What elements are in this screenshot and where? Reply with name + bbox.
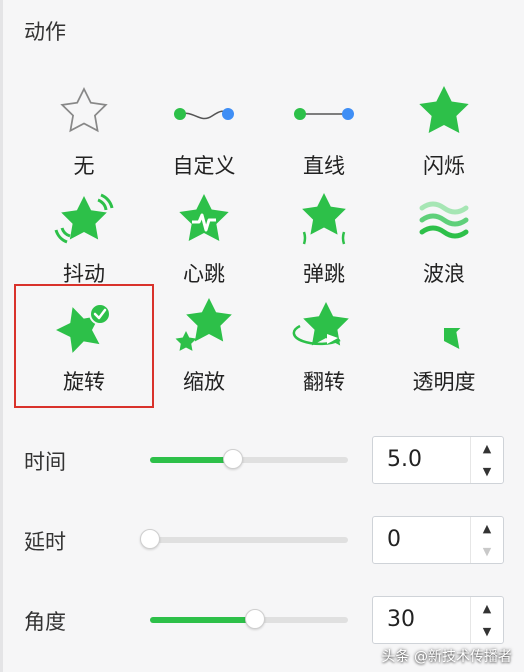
- action-wave[interactable]: 波浪: [384, 188, 504, 294]
- stepper-buttons: ▲ ▼: [470, 437, 503, 483]
- watermark: 头条 @新技术传播者: [381, 649, 512, 665]
- angle-value[interactable]: 30: [387, 607, 415, 632]
- action-bounce[interactable]: 弹跳: [264, 188, 384, 294]
- action-label: 自定义: [172, 154, 236, 178]
- rotate-star-icon: [52, 300, 111, 356]
- wave-icon: [419, 201, 469, 239]
- time-row: 时间 5.0 ▲ ▼: [0, 430, 524, 490]
- action-flip[interactable]: 翻转: [264, 296, 384, 402]
- action-none[interactable]: 无: [24, 80, 144, 186]
- increment-arrow-icon[interactable]: ▲: [471, 597, 503, 620]
- action-label: 弹跳: [303, 262, 345, 286]
- time-slider[interactable]: [150, 449, 348, 469]
- angle-label: 角度: [24, 610, 66, 634]
- time-stepper[interactable]: 5.0 ▲ ▼: [372, 436, 504, 484]
- action-opacity[interactable]: 透明度: [384, 296, 504, 402]
- delay-row: 延时 0 ▲ ▼: [0, 510, 524, 570]
- increment-arrow-icon[interactable]: ▲: [471, 517, 503, 540]
- decrement-arrow-icon[interactable]: ▼: [471, 460, 503, 483]
- action-label: 无: [73, 154, 95, 178]
- flash-star-icon: [419, 86, 469, 134]
- action-label: 旋转: [63, 370, 105, 394]
- action-label: 透明度: [412, 370, 476, 394]
- action-label: 闪烁: [423, 154, 465, 178]
- slider-thumb[interactable]: [140, 529, 160, 549]
- angle-slider[interactable]: [150, 609, 348, 629]
- delay-slider[interactable]: [140, 529, 348, 549]
- action-scale[interactable]: 缩放: [144, 296, 264, 402]
- stepper-buttons: ▲ ▼: [470, 517, 503, 563]
- increment-arrow-icon[interactable]: ▲: [471, 437, 503, 460]
- action-label: 直线: [303, 154, 345, 178]
- action-label: 波浪: [423, 262, 465, 286]
- bounce-star-icon: [302, 193, 346, 245]
- slider-fill: [150, 457, 234, 463]
- decrement-arrow-icon[interactable]: ▼: [471, 620, 503, 643]
- panel-left-edge: [0, 0, 3, 672]
- straight-line-icon: [294, 108, 354, 120]
- action-flash[interactable]: 闪烁: [384, 80, 504, 186]
- opacity-star-icon: [444, 328, 469, 350]
- action-shake[interactable]: 抖动: [24, 188, 144, 294]
- action-label: 翻转: [303, 370, 345, 394]
- angle-stepper[interactable]: 30 ▲ ▼: [372, 596, 504, 644]
- time-label: 时间: [24, 450, 66, 474]
- action-custom[interactable]: 自定义: [144, 80, 264, 186]
- delay-label: 延时: [24, 530, 66, 554]
- scale-star-icon: [175, 298, 232, 351]
- custom-path-icon: [174, 108, 234, 120]
- slider-thumb[interactable]: [223, 449, 244, 469]
- time-value[interactable]: 5.0: [387, 447, 422, 472]
- slider-track: [150, 537, 348, 543]
- action-rotate[interactable]: 旋转: [14, 284, 154, 408]
- shake-star-icon: [54, 193, 114, 244]
- slider-thumb[interactable]: [244, 609, 265, 629]
- action-grid: 无 自定义 直线 闪烁 抖动 心跳 弹跳 波浪 旋转 缩放 翻转 透明度: [14, 80, 504, 420]
- delay-stepper[interactable]: 0 ▲ ▼: [372, 516, 504, 564]
- action-straight-line[interactable]: 直线: [264, 80, 384, 186]
- action-heartbeat[interactable]: 心跳: [144, 188, 264, 294]
- delay-value[interactable]: 0: [387, 527, 401, 552]
- flip-star-icon: [292, 302, 349, 346]
- slider-fill: [150, 617, 255, 623]
- heartbeat-star-icon: [179, 194, 229, 242]
- action-label: 心跳: [183, 262, 225, 286]
- stepper-buttons: ▲ ▼: [470, 597, 503, 643]
- decrement-arrow-icon[interactable]: ▼: [471, 540, 503, 563]
- section-title: 动作: [24, 20, 66, 44]
- outline-star-icon: [61, 88, 107, 132]
- action-label: 缩放: [183, 370, 225, 394]
- angle-row: 角度 30 ▲ ▼: [0, 590, 524, 650]
